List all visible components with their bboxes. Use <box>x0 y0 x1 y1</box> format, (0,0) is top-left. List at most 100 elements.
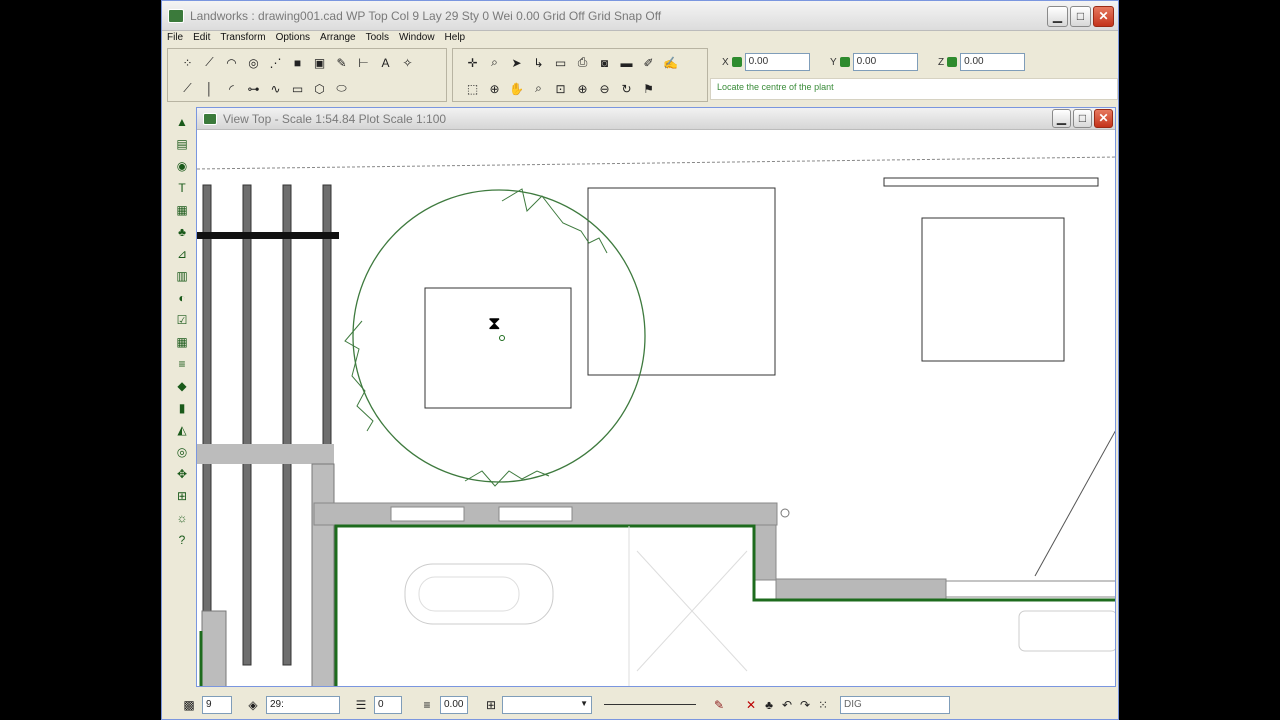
y-coordinate-field[interactable]: 0.00 <box>852 53 918 71</box>
zoom-extents-icon[interactable]: ⊕ <box>485 79 504 98</box>
style-field[interactable]: 0 <box>374 695 402 714</box>
mode-field: DIG <box>840 695 950 714</box>
pin-icon[interactable]: ♣ <box>760 696 778 714</box>
line-tool-icon[interactable]: ⟋ <box>200 53 219 72</box>
pattern-select[interactable]: ▼ <box>502 695 592 714</box>
weight-field[interactable]: 0.00 <box>440 695 468 714</box>
flag-icon[interactable]: ⚑ <box>639 79 658 98</box>
symbol-tool-icon[interactable]: ✧ <box>398 53 417 72</box>
view-minimize-button[interactable]: ▁ <box>1052 109 1071 128</box>
zoom-window-icon[interactable]: ⬚ <box>463 79 482 98</box>
menu-arrange[interactable]: Arrange <box>315 31 361 46</box>
command-prompt: Locate the centre of the plant <box>710 78 1118 100</box>
redo-icon[interactable]: ↷ <box>796 696 814 714</box>
schedule-icon[interactable]: ▤ <box>172 134 192 154</box>
curve-tool-icon[interactable]: ∿ <box>266 79 285 98</box>
circle-tool-icon[interactable]: ◎ <box>244 53 263 72</box>
undo-icon[interactable]: ↶ <box>778 696 796 714</box>
pattern-icon[interactable]: ⊞ <box>482 696 500 714</box>
line-weight-icon[interactable]: ≡ <box>418 696 436 714</box>
spray-tool-icon[interactable]: ✍ <box>661 53 680 72</box>
point-tool-icon[interactable]: ⁘ <box>178 53 197 72</box>
terrain-icon[interactable]: ◭ <box>172 420 192 440</box>
menu-options[interactable]: Options <box>271 31 315 46</box>
menu-window[interactable]: Window <box>394 31 440 46</box>
z-lock-icon[interactable] <box>947 57 958 67</box>
colour-palette-icon[interactable]: ▩ <box>180 696 198 714</box>
find-tool-icon[interactable]: ⌕ <box>485 53 504 72</box>
maximize-button[interactable]: □ <box>1070 6 1091 27</box>
view-close-button[interactable]: ✕ <box>1094 109 1113 128</box>
menu-tools[interactable]: Tools <box>361 31 394 46</box>
bath-outline <box>404 563 554 625</box>
move-tool-icon[interactable]: ↳ <box>529 53 548 72</box>
checklist-icon[interactable]: ☑ <box>172 310 192 330</box>
path-icon[interactable]: ✥ <box>172 464 192 484</box>
layer-icon[interactable]: ◆ <box>172 376 192 396</box>
print-tool-icon[interactable]: ⎙ <box>573 53 592 72</box>
layer-field[interactable]: 29: <box>266 695 340 714</box>
connector-tool-icon[interactable]: ⊶ <box>244 79 263 98</box>
colour-field[interactable]: 9 <box>202 695 232 714</box>
zoom-icon[interactable]: ⌕ <box>529 79 548 98</box>
paint-tube-icon[interactable]: ▮ <box>172 398 192 418</box>
redraw-icon[interactable]: ↻ <box>617 79 636 98</box>
camera-tool-icon[interactable]: ◙ <box>595 53 614 72</box>
zoom-previous-icon[interactable]: ⊡ <box>551 79 570 98</box>
ellipse-tool-icon[interactable]: ⬭ <box>332 79 351 98</box>
plant-centre-icon[interactable]: ◉ <box>172 156 192 176</box>
text-tool-icon[interactable]: A <box>376 53 395 72</box>
half-circle-icon[interactable]: ◐ <box>172 288 192 308</box>
drawing-canvas[interactable]: ⧗ <box>197 131 1116 687</box>
shape-tool-icon[interactable]: ✎ <box>332 53 351 72</box>
legend-icon[interactable]: ▥ <box>172 266 192 286</box>
menu-edit[interactable]: Edit <box>188 31 215 46</box>
measure-tool-icon[interactable]: ▬ <box>617 53 636 72</box>
close-button[interactable]: ✕ <box>1093 6 1114 27</box>
arc2-tool-icon[interactable]: ◜ <box>222 79 241 98</box>
light-icon[interactable]: ☼ <box>172 508 192 528</box>
help-icon[interactable]: ? <box>172 530 192 550</box>
fill-tool-icon[interactable]: ■ <box>288 53 307 72</box>
dimension-tool-icon[interactable]: ⊢ <box>354 53 373 72</box>
brush-tool-icon[interactable]: ✐ <box>639 53 658 72</box>
layer-stack-icon[interactable]: ◈ <box>244 696 262 714</box>
pan-hand-icon[interactable]: ✋ <box>507 79 526 98</box>
grid-dots-icon[interactable]: ⁙ <box>814 696 832 714</box>
rectangle-tool-icon[interactable]: ▭ <box>288 79 307 98</box>
grid-icon[interactable]: ▦ <box>172 332 192 352</box>
arc-tool-icon[interactable]: ◠ <box>222 53 241 72</box>
vertical-line-tool-icon[interactable]: │ <box>200 79 219 98</box>
select-tool-icon[interactable]: ➤ <box>507 53 526 72</box>
planting-bed <box>587 187 776 376</box>
y-lock-icon[interactable] <box>839 57 850 67</box>
erase-tool-icon[interactable]: ▭ <box>551 53 570 72</box>
label-icon[interactable]: ⊿ <box>172 244 192 264</box>
menu-help[interactable]: Help <box>440 31 471 46</box>
fence-icon[interactable]: ⊞ <box>172 486 192 506</box>
pick-colour-icon[interactable]: ✎ <box>710 696 728 714</box>
line-style-icon[interactable]: ☰ <box>352 696 370 714</box>
view-maximize-button[interactable]: □ <box>1073 109 1092 128</box>
text-t1-icon[interactable]: T <box>172 178 192 198</box>
zoom-in-icon[interactable]: ⊕ <box>573 79 592 98</box>
hatch-tool-icon[interactable]: ▣ <box>310 53 329 72</box>
tree-icon[interactable]: ♣ <box>172 222 192 242</box>
freehand-tool-icon[interactable]: ⟋ <box>178 79 197 98</box>
z-coordinate-field[interactable]: 0.00 <box>960 53 1026 71</box>
polygon-tool-icon[interactable]: ⬡ <box>310 79 329 98</box>
menu-file[interactable]: File <box>162 31 188 46</box>
drawing-svg[interactable]: ⧗ <box>197 131 1116 687</box>
minimize-button[interactable]: ▁ <box>1047 6 1068 27</box>
x-coordinate-field[interactable]: 0.00 <box>744 53 810 71</box>
menu-transform[interactable]: Transform <box>215 31 270 46</box>
x-lock-icon[interactable] <box>731 57 742 67</box>
steps-icon[interactable]: ≡ <box>172 354 192 374</box>
tree-up-icon[interactable]: ▲ <box>172 112 192 132</box>
contour-icon[interactable]: ◎ <box>172 442 192 462</box>
table-icon[interactable]: ▦ <box>172 200 192 220</box>
zoom-out-icon[interactable]: ⊖ <box>595 79 614 98</box>
cancel-icon[interactable]: ✕ <box>742 696 760 714</box>
polyline-tool-icon[interactable]: ⋰ <box>266 53 285 72</box>
snap-tool-icon[interactable]: ✛ <box>463 53 482 72</box>
